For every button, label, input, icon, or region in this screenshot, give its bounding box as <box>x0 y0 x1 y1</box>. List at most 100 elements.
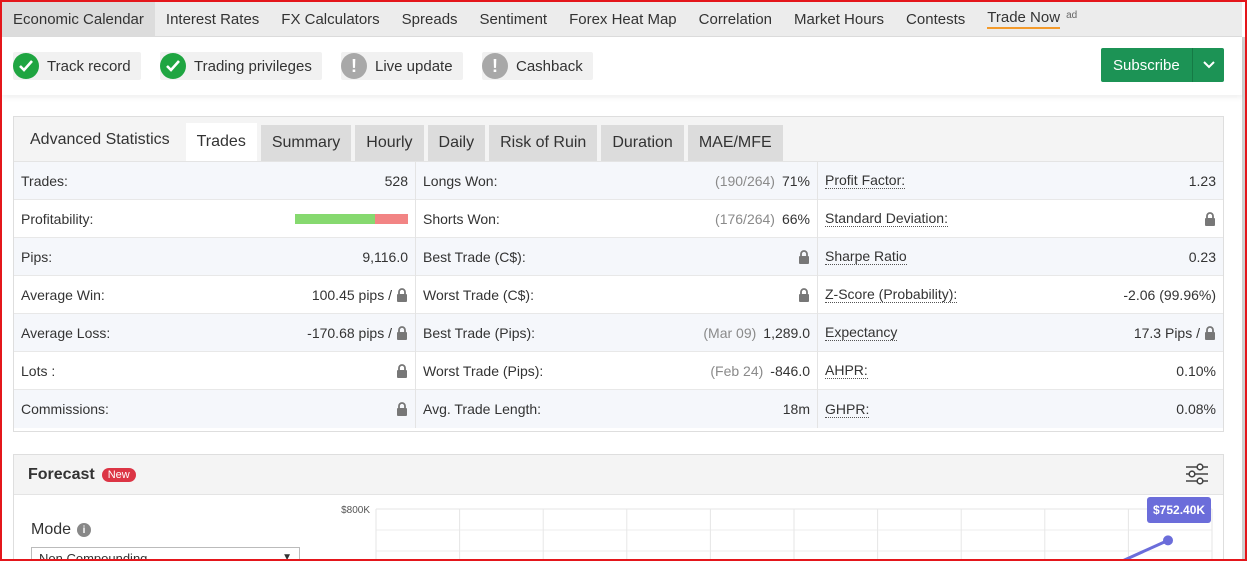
lock-icon <box>396 287 408 302</box>
tab-duration[interactable]: Duration <box>601 125 684 161</box>
lock-icon <box>1204 211 1216 226</box>
new-badge: New <box>101 467 136 482</box>
stat-row-ghpr: GHPR: 0.08% <box>818 390 1223 428</box>
stat-label: Average Loss: <box>21 324 111 341</box>
stat-row-shorts-won: Shorts Won: (176/264) 66% <box>416 200 817 238</box>
stat-label-link[interactable]: Expectancy <box>825 324 898 341</box>
stat-row-z-score: Z-Score (Probability): -2.06 (99.96%) <box>818 276 1223 314</box>
stat-label-link[interactable]: Sharpe Ratio <box>825 248 907 265</box>
stat-value: 0.23 <box>1188 248 1216 265</box>
stat-label-link[interactable]: Z-Score (Probability): <box>825 286 958 303</box>
y-tick-label: $800K <box>341 505 370 516</box>
tab-trades[interactable]: Trades <box>185 123 257 161</box>
stat-row-ahpr: AHPR: 0.10% <box>818 352 1223 390</box>
top-navigation: Economic Calendar Interest Rates FX Calc… <box>2 2 1242 37</box>
chevron-down-icon: ▼ <box>282 552 292 561</box>
profitability-loss-fill <box>375 213 408 224</box>
trade-now-label: Trade Now <box>987 9 1061 29</box>
info-icon[interactable]: i <box>77 523 92 537</box>
forecast-end-point[interactable] <box>1163 535 1173 546</box>
stat-label: Longs Won: <box>423 172 498 189</box>
tab-hourly[interactable]: Hourly <box>355 125 424 161</box>
mode-label-text: Mode <box>31 521 72 538</box>
stat-label-link[interactable]: Standard Deviation: <box>825 210 948 227</box>
stat-value: 71% <box>781 172 810 189</box>
mode-label: Mode i <box>31 521 92 539</box>
stat-value-wrap: (190/264) 71% <box>715 173 810 189</box>
stat-date: (Feb 24) <box>710 362 764 379</box>
scrollbar-track[interactable] <box>1242 37 1245 561</box>
stat-value: 1.23 <box>1188 172 1216 189</box>
stat-value: 9,116.0 <box>362 248 408 265</box>
statistics-tabs: Advanced Statistics Trades Summary Hourl… <box>14 117 1223 162</box>
stat-row-lots: Lots : <box>14 352 415 390</box>
stat-value-wrap: (Mar 09) 1,289.0 <box>703 325 810 341</box>
nav-market-hours[interactable]: Market Hours <box>783 2 895 36</box>
lock-icon <box>1204 325 1216 340</box>
nav-spreads[interactable]: Spreads <box>391 2 469 36</box>
sliders-icon[interactable] <box>1185 463 1209 490</box>
nav-forex-heat-map[interactable]: Forex Heat Map <box>558 2 688 36</box>
mode-select[interactable]: Non Compounding ▼ <box>31 547 300 561</box>
stat-label-link[interactable]: Profit Factor: <box>825 172 906 189</box>
stat-label: Best Trade (C$): <box>423 248 526 265</box>
nav-trade-now[interactable]: Trade Now ad <box>976 2 1088 36</box>
nav-fx-calculators[interactable]: FX Calculators <box>270 2 390 36</box>
stat-label: Worst Trade (Pips): <box>423 362 544 379</box>
stat-value: 0.10% <box>1176 362 1216 379</box>
stat-label: Lots : <box>21 362 56 379</box>
account-badges: Track record Trading privileges ! Live u… <box>2 37 1242 95</box>
stat-row-worst-trade-pips: Worst Trade (Pips): (Feb 24) -846.0 <box>416 352 817 390</box>
stat-row-worst-trade-cs: Worst Trade (C$): <box>416 276 817 314</box>
stats-column-1: Trades: 528 Profitability: Pips: 9,116.0… <box>14 162 416 428</box>
forecast-tooltip: $752.40K <box>1147 497 1212 523</box>
stat-value: 66% <box>781 210 810 227</box>
nav-correlation[interactable]: Correlation <box>688 2 783 36</box>
stat-label: Trades: <box>21 172 68 189</box>
stat-row-profitability: Profitability: <box>14 200 415 238</box>
check-circle-icon <box>160 53 186 79</box>
stat-label: Avg. Trade Length: <box>423 401 542 417</box>
stat-value: -2.06 (99.96%) <box>1123 286 1216 303</box>
tab-risk-of-ruin[interactable]: Risk of Ruin <box>489 125 598 161</box>
nav-contests[interactable]: Contests <box>895 2 976 36</box>
stat-label: Profitability: <box>21 210 94 227</box>
stat-value: 528 <box>384 172 408 189</box>
subscribe-label: Subscribe <box>1113 56 1180 74</box>
stat-detail: (190/264) <box>715 172 775 189</box>
stat-detail: (176/264) <box>715 210 775 227</box>
tab-daily[interactable]: Daily <box>427 125 486 161</box>
stat-value: -170.68 pips / <box>307 324 392 341</box>
stat-row-pips: Pips: 9,116.0 <box>14 238 415 276</box>
nav-sentiment[interactable]: Sentiment <box>469 2 559 36</box>
profitability-bar <box>295 213 408 224</box>
exclamation-circle-icon: ! <box>482 53 508 79</box>
stat-value: 0.08% <box>1176 401 1216 417</box>
stats-column-3: Profit Factor: 1.23 Standard Deviation: … <box>818 162 1223 428</box>
stat-label-link[interactable]: GHPR: <box>825 401 870 418</box>
tab-summary[interactable]: Summary <box>260 125 352 161</box>
subscribe-button[interactable]: Subscribe <box>1101 48 1224 82</box>
stat-row-sharpe-ratio: Sharpe Ratio 0.23 <box>818 238 1223 276</box>
badge-label: Track record <box>47 57 131 75</box>
stat-value: 100.45 pips / <box>311 286 392 303</box>
lock-icon <box>798 287 810 302</box>
lock-icon <box>396 325 408 340</box>
stat-value: 18m <box>782 401 810 417</box>
tab-mae-mfe[interactable]: MAE/MFE <box>687 125 783 161</box>
nav-interest-rates[interactable]: Interest Rates <box>155 2 270 36</box>
chevron-down-icon[interactable] <box>1192 48 1224 82</box>
nav-economic-calendar[interactable]: Economic Calendar <box>2 2 155 36</box>
stat-value-wrap: 100.45 pips / <box>312 287 408 303</box>
forecast-header: Forecast New <box>14 455 1223 495</box>
stat-label: Commissions: <box>21 401 109 417</box>
stat-value-wrap: -170.68 pips / <box>307 325 408 341</box>
stat-row-standard-deviation: Standard Deviation: <box>818 200 1223 238</box>
stat-row-best-trade-pips: Best Trade (Pips): (Mar 09) 1,289.0 <box>416 314 817 352</box>
stat-label-link[interactable]: AHPR: <box>825 362 868 379</box>
panel-title: Advanced Statistics <box>30 131 170 148</box>
stat-value-wrap: (Feb 24) -846.0 <box>710 363 810 379</box>
stat-row-profit-factor: Profit Factor: 1.23 <box>818 162 1223 200</box>
badge-cashback: ! Cashback <box>482 52 593 80</box>
vertical-gridlines <box>375 509 1213 561</box>
